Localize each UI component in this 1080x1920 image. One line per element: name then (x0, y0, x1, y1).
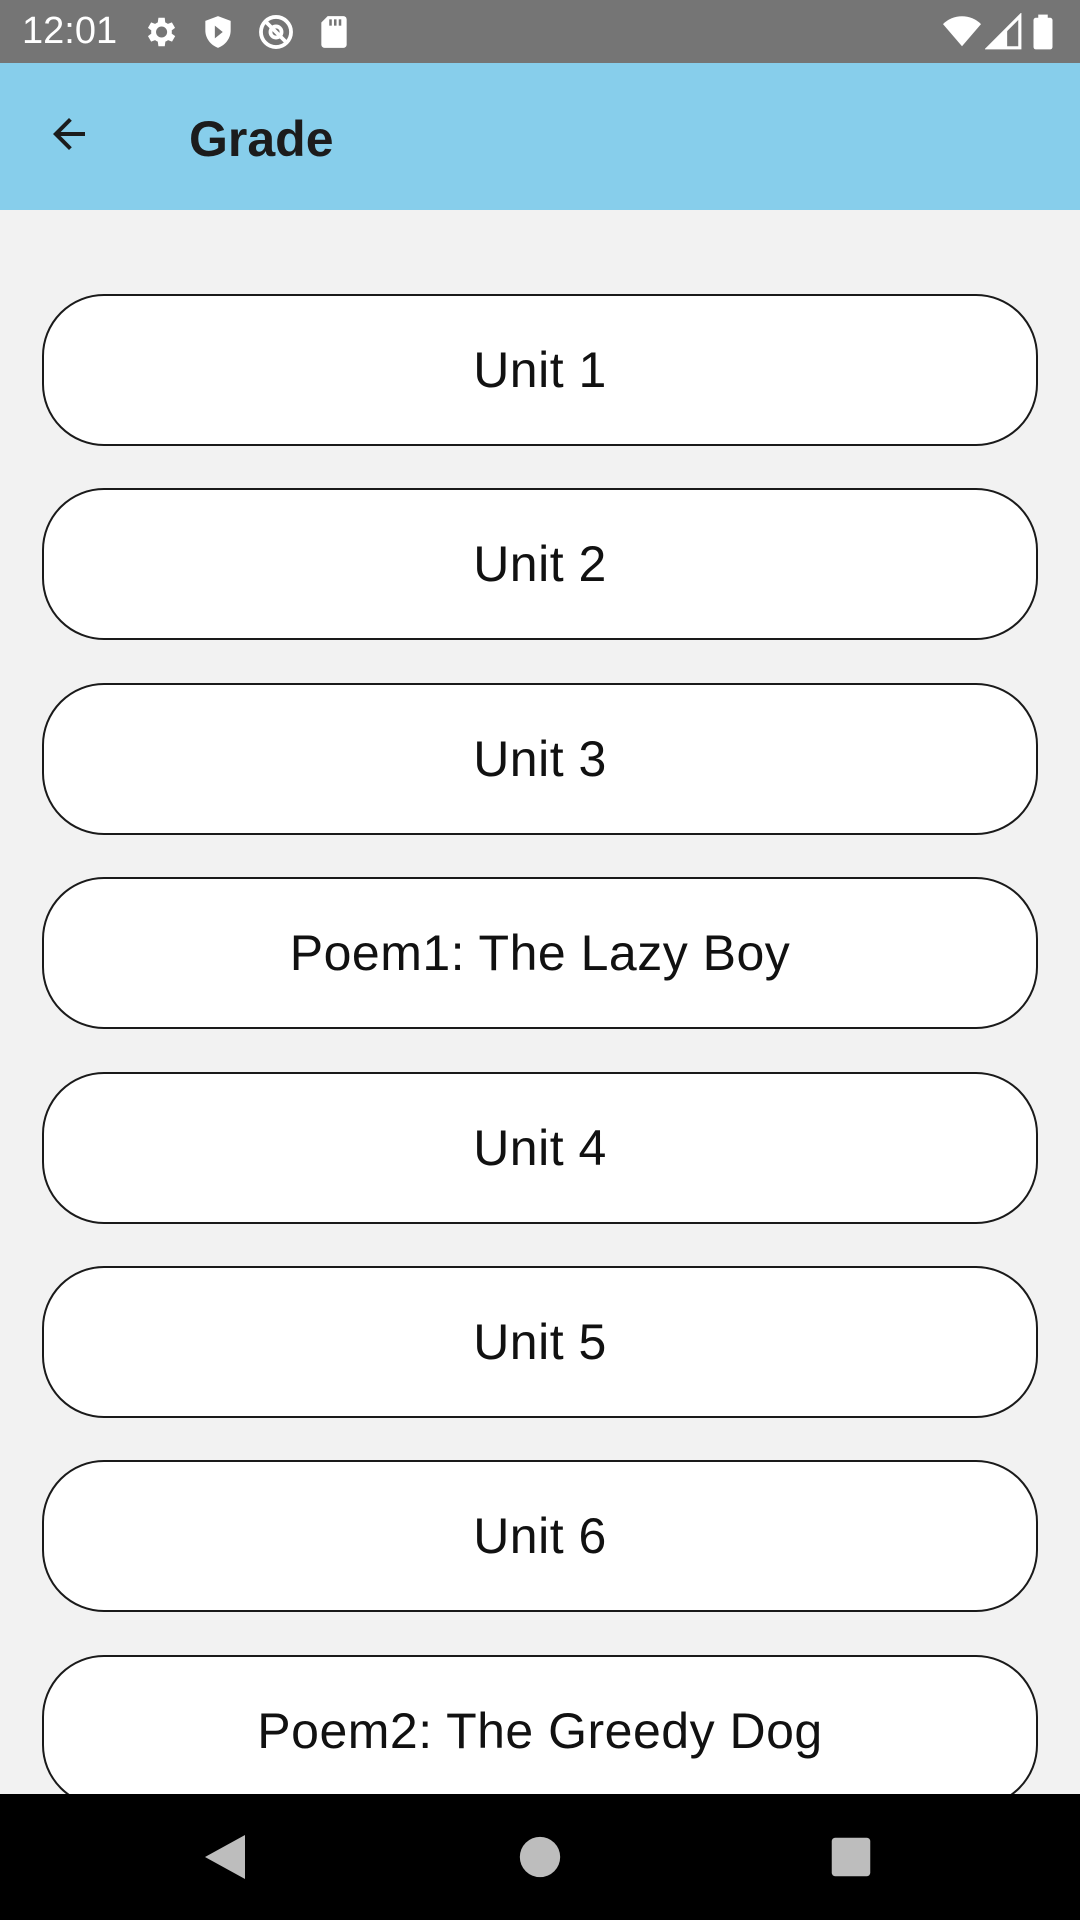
status-time: 12:01 (22, 10, 118, 52)
recents-square-icon (831, 1837, 871, 1877)
poem-1-button[interactable]: Poem1: The Lazy Boy (42, 877, 1038, 1029)
arrow-left-icon (53, 118, 85, 150)
poem-2-button[interactable]: Poem2: The Greedy Dog (42, 1655, 1038, 1794)
back-triangle-icon (205, 1835, 245, 1879)
page-title: Grade (189, 111, 334, 167)
signal-icon (984, 12, 1023, 51)
shield-icon (199, 13, 237, 51)
nav-recents-button[interactable] (814, 1820, 888, 1894)
battery-icon (1030, 13, 1056, 51)
wifi-icon (943, 13, 981, 51)
at-sign-icon (257, 13, 295, 51)
system-nav-bar (0, 1794, 1080, 1920)
back-button[interactable] (30, 95, 108, 173)
unit-4-button[interactable]: Unit 4 (42, 1072, 1038, 1224)
home-circle-icon (519, 1836, 561, 1878)
unit-2-button[interactable]: Unit 2 (42, 488, 1038, 640)
unit-3-button[interactable]: Unit 3 (42, 683, 1038, 835)
app-bar: Grade (0, 63, 1080, 210)
sd-card-icon (315, 13, 353, 51)
nav-back-button[interactable] (188, 1820, 262, 1894)
gear-icon (141, 13, 179, 51)
unit-6-button[interactable]: Unit 6 (42, 1460, 1038, 1612)
unit-5-button[interactable]: Unit 5 (42, 1266, 1038, 1418)
unit-1-button[interactable]: Unit 1 (42, 294, 1038, 446)
unit-list: Unit 1 Unit 2 Unit 3 Poem1: The Lazy Boy… (0, 210, 1080, 1794)
status-bar: 12:01 (0, 0, 1080, 63)
nav-home-button[interactable] (503, 1820, 577, 1894)
